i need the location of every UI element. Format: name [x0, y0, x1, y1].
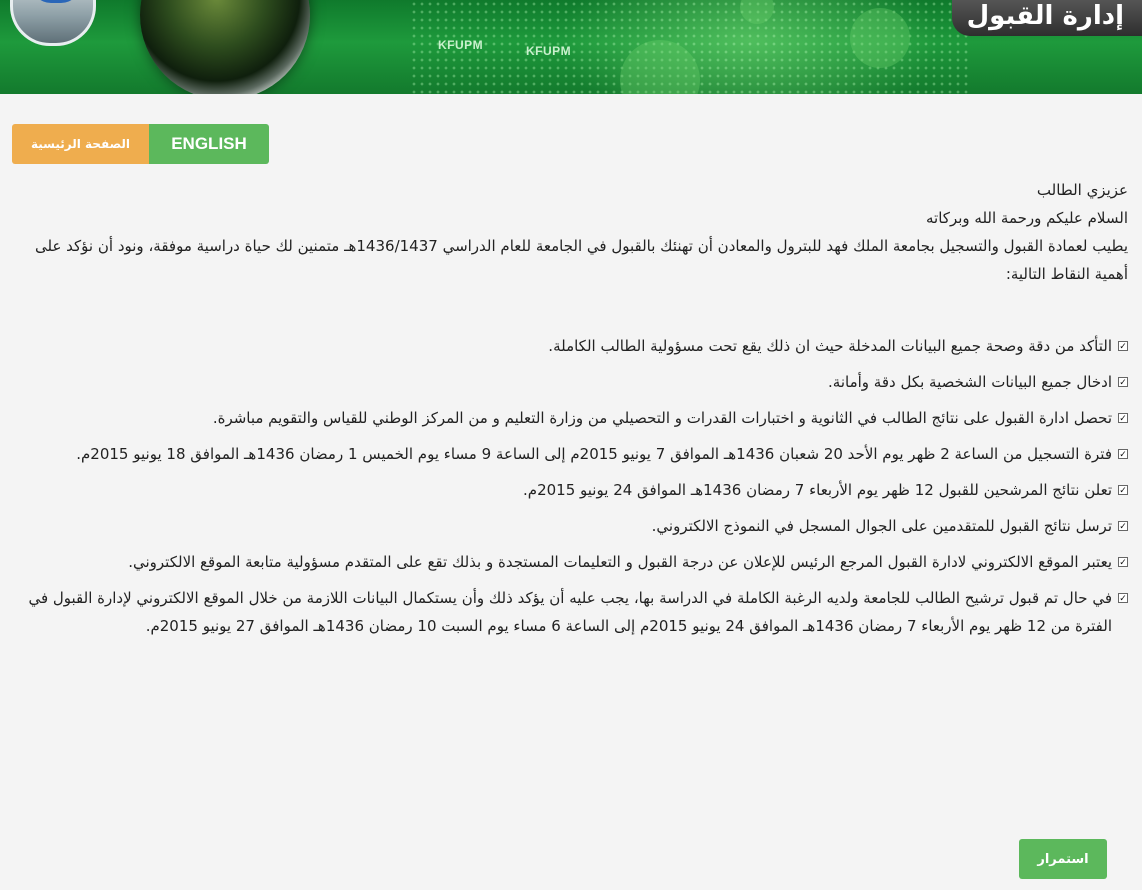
list-item-text: تعلن نتائج المرشحين للقبول 12 ظهر يوم ال… — [523, 481, 1112, 499]
intro-body: يطيب لعمادة القبول والتسجيل بجامعة الملك… — [34, 237, 1128, 283]
checkbox-icon: ✓ — [1118, 557, 1128, 568]
nav-buttons: الصفحة الرئيسية ENGLISH — [12, 124, 269, 164]
banner-watermark: KFUPM — [438, 38, 484, 52]
checkbox-icon: ✓ — [1118, 377, 1128, 388]
english-button[interactable]: ENGLISH — [149, 124, 269, 164]
list-item-text: يعتبر الموقع الالكتروني لادارة القبول ال… — [128, 553, 1112, 571]
list-item: ✓ في حال تم قبول ترشيح الطالب للجامعة ول… — [28, 584, 1128, 640]
list-item-text: التأكد من دقة وصحة جميع البيانات المدخلة… — [548, 337, 1112, 355]
list-item: ✓ ترسل نتائج القبول للمتقدمين على الجوال… — [28, 512, 1128, 540]
list-item-text: ترسل نتائج القبول للمتقدمين على الجوال ا… — [651, 517, 1112, 535]
salam: السلام عليكم ورحمة الله وبركاته — [926, 209, 1128, 227]
banner-watermark: KFUPM — [526, 44, 572, 58]
list-item-text: في حال تم قبول ترشيح الطالب للجامعة ولدي… — [28, 589, 1112, 635]
list-item: ✓ فترة التسجيل من الساعة 2 ظهر يوم الأحد… — [28, 440, 1128, 468]
list-item: ✓ التأكد من دقة وصحة جميع البيانات المدخ… — [28, 332, 1128, 360]
list-item-text: تحصل ادارة القبول على نتائج الطالب في ال… — [212, 409, 1112, 427]
title-box: إدارة القبول — [952, 0, 1142, 36]
list-item: ✓ تعلن نتائج المرشحين للقبول 12 ظهر يوم … — [28, 476, 1128, 504]
checkbox-icon: ✓ — [1118, 449, 1128, 460]
list-item: ✓ ادخال جميع البيانات الشخصية بكل دقة وأ… — [28, 368, 1128, 396]
header-banner: KFUPM KFUPM إدارة القبول — [0, 0, 1142, 94]
continue-button[interactable]: استمرار — [1019, 839, 1107, 879]
checkbox-icon: ✓ — [1118, 521, 1128, 532]
checkbox-icon: ✓ — [1118, 413, 1128, 424]
list-item-text: فترة التسجيل من الساعة 2 ظهر يوم الأحد 2… — [76, 445, 1112, 463]
main-content: عزيزي الطالب السلام عليكم ورحمة الله وبر… — [28, 176, 1128, 648]
intro: عزيزي الطالب السلام عليكم ورحمة الله وبر… — [28, 176, 1128, 288]
checkbox-icon: ✓ — [1118, 485, 1128, 496]
checkbox-icon: ✓ — [1118, 341, 1128, 352]
greeting: عزيزي الطالب — [1036, 181, 1128, 199]
banner-lens-image — [140, 0, 310, 94]
list-item: ✓ تحصل ادارة القبول على نتائج الطالب في … — [28, 404, 1128, 432]
list-item-text: ادخال جميع البيانات الشخصية بكل دقة وأما… — [828, 373, 1112, 391]
page-title: إدارة القبول — [966, 1, 1124, 31]
university-logo — [10, 0, 96, 46]
list-item: ✓ يعتبر الموقع الالكتروني لادارة القبول … — [28, 548, 1128, 576]
banner-bubble — [850, 8, 910, 68]
home-button[interactable]: الصفحة الرئيسية — [12, 124, 149, 164]
checkbox-icon: ✓ — [1118, 593, 1128, 604]
notes-list: ✓ التأكد من دقة وصحة جميع البيانات المدخ… — [28, 332, 1128, 640]
